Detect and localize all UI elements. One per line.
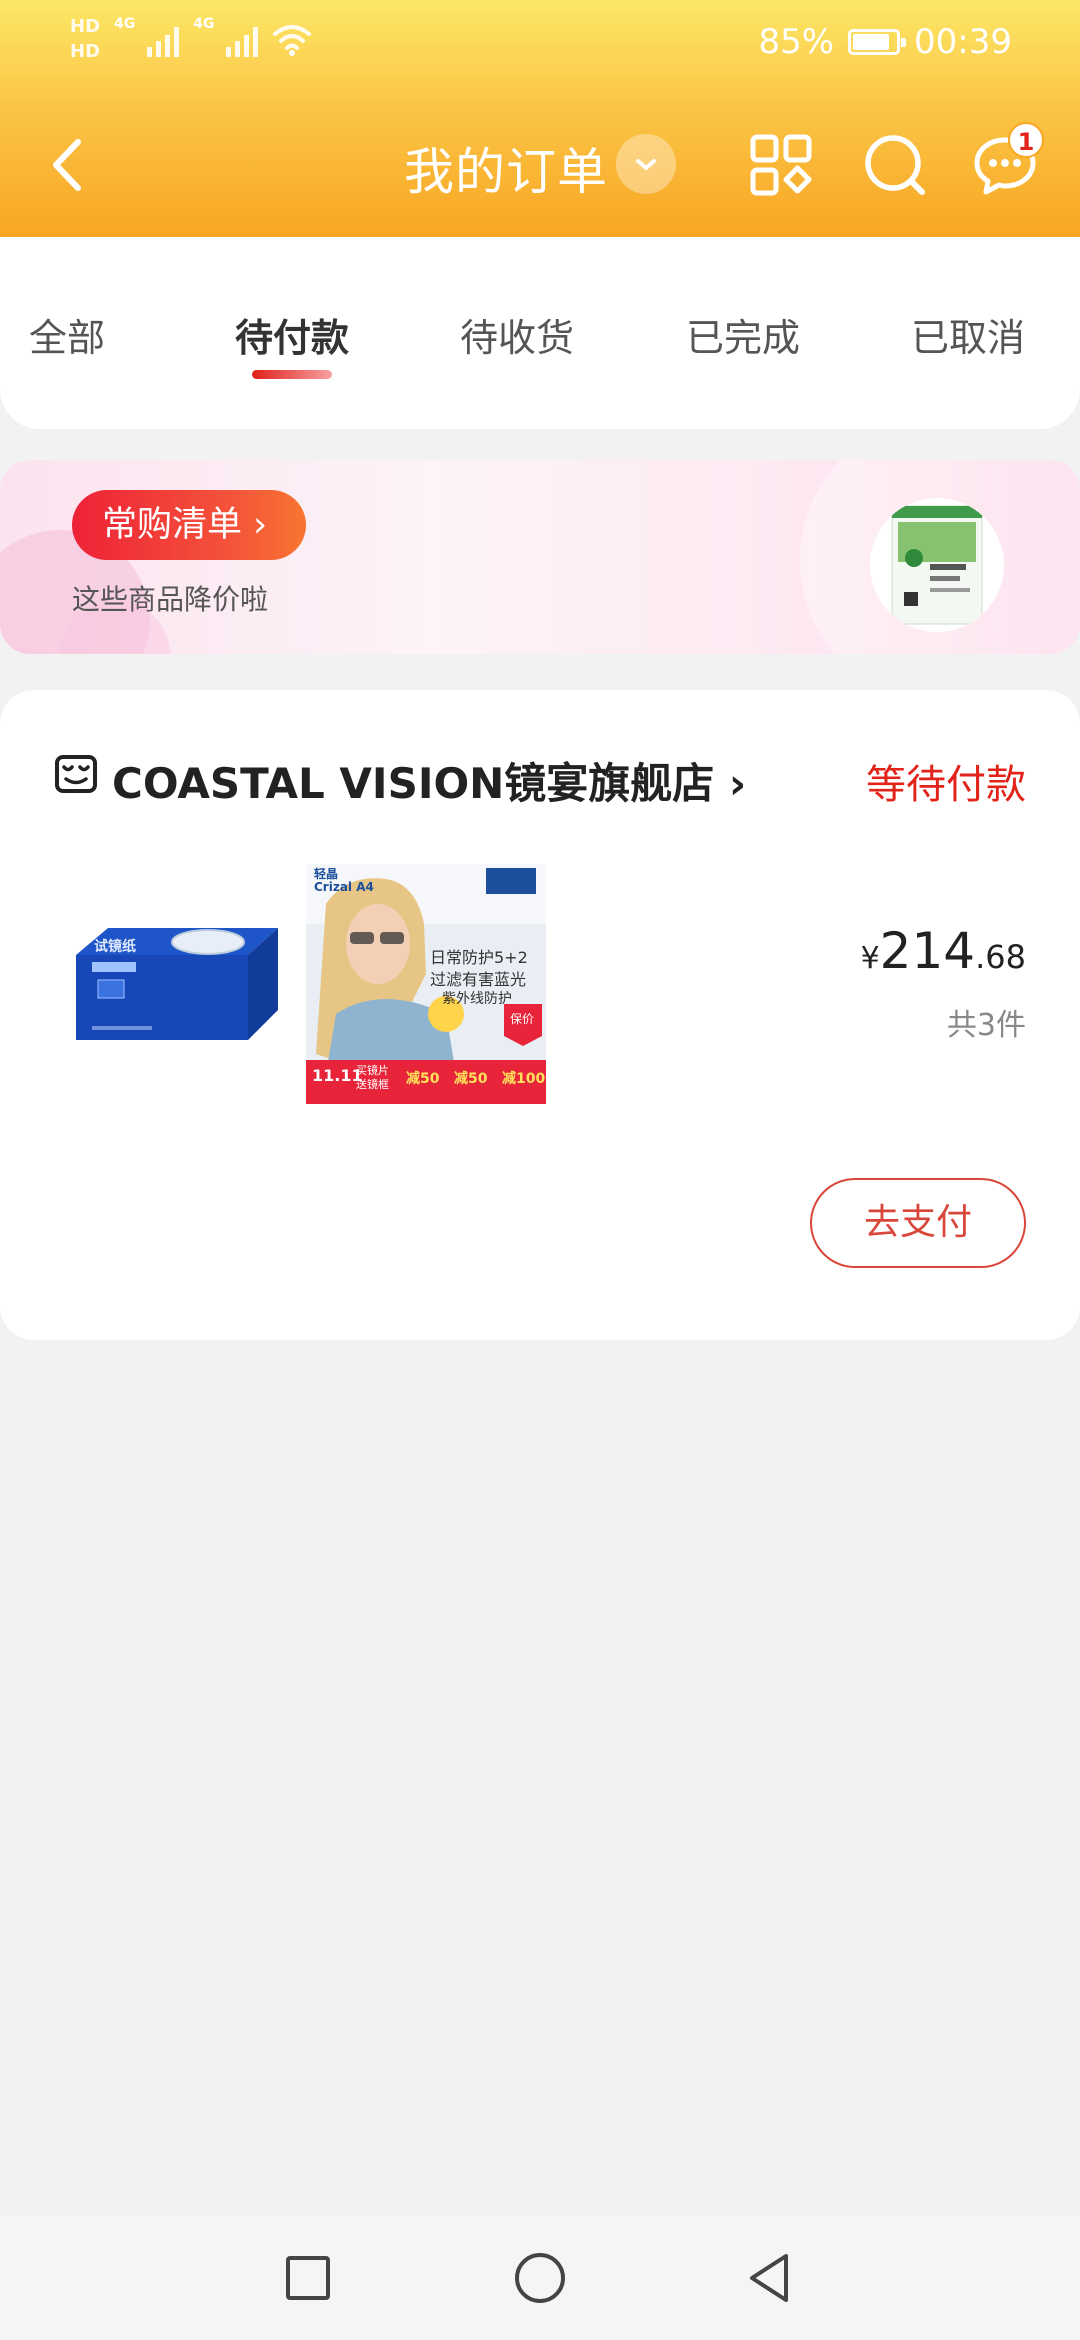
clock: 00:39 — [914, 22, 1012, 62]
network-type-1: 4G — [114, 16, 136, 32]
price-integer: 214 — [879, 922, 976, 980]
order-status: 等待付款 — [866, 762, 1026, 808]
price-currency: ¥ — [860, 941, 880, 976]
title-dropdown-button[interactable] — [616, 134, 676, 194]
grid-icon[interactable] — [746, 130, 816, 200]
battery-level — [853, 34, 890, 50]
page-title[interactable]: 我的订单 — [404, 132, 608, 204]
product2-line1: 日常防护5+2 — [430, 948, 528, 967]
pay-button[interactable]: 去支付 — [810, 1178, 1026, 1268]
product2-tag: 保价 — [510, 1012, 535, 1026]
product2-line3: 紫外线防护 — [442, 991, 512, 1007]
product1-label: 试镜纸 — [94, 939, 136, 955]
chevron-down-icon — [636, 159, 656, 171]
frequent-list-button[interactable]: 常购清单 › — [72, 490, 306, 560]
order-tabs: 全部 待付款 待收货 已完成 已取消 — [0, 237, 1080, 429]
message-badge: 1 — [1008, 122, 1044, 158]
hd-indicator-2: HD — [70, 41, 101, 62]
product2-line2: 过滤有害蓝光 — [430, 970, 527, 989]
nav-bar: 我的订单 1 — [0, 110, 1080, 220]
order-quantity: 共3件 — [946, 1008, 1026, 1043]
tab-pending-payment[interactable]: 待付款 — [235, 307, 349, 362]
battery-percent: 85% — [758, 22, 835, 62]
banner-product-image — [870, 498, 1004, 632]
battery-icon — [848, 29, 907, 55]
shop-name-link[interactable]: COASTAL VISION镜宴旗舰店 › — [112, 750, 746, 811]
tab-cancelled[interactable]: 已取消 — [911, 307, 1025, 362]
product2-promo-4: 减50 — [454, 1071, 488, 1087]
home-icon[interactable] — [508, 2246, 572, 2310]
system-nav-bar — [0, 2216, 1080, 2340]
signal-icon — [147, 21, 180, 57]
frequent-purchase-banner[interactable]: 常购清单 › 这些商品降价啦 — [0, 460, 1080, 654]
status-bar: HD HD 4G 4G 85% 00:39 — [0, 0, 1080, 90]
back-icon[interactable] — [36, 130, 106, 200]
active-tab-indicator — [252, 370, 332, 379]
network-type-2: 4G — [193, 16, 215, 32]
banner-subtitle: 这些商品降价啦 — [72, 583, 269, 616]
product2-promo-5: 减100 — [502, 1071, 546, 1087]
product-image-1[interactable]: 试镜纸 — [68, 870, 283, 1100]
price-decimal: .68 — [975, 938, 1026, 976]
tab-pending-receipt[interactable]: 待收货 — [460, 307, 574, 362]
wifi-icon — [273, 25, 312, 56]
product-image-2[interactable]: 轻晶 Crizal A4 日常防护5+2 过滤有害蓝光 紫外线防护 保价 11.… — [306, 864, 546, 1104]
shop-icon — [55, 755, 97, 793]
order-price: ¥214.68 — [861, 922, 1026, 980]
search-icon[interactable] — [860, 130, 930, 200]
back-nav-icon[interactable] — [738, 2246, 802, 2310]
product2-brand: 轻晶 Crizal A4 — [314, 867, 374, 894]
order-card[interactable]: COASTAL VISION镜宴旗舰店 › 等待付款 试镜纸 轻晶 Crizal… — [0, 690, 1080, 1340]
tab-completed[interactable]: 已完成 — [686, 307, 800, 362]
recents-icon[interactable] — [276, 2246, 340, 2310]
product2-promo-3: 减50 — [406, 1071, 440, 1087]
signal-icon-2 — [226, 21, 259, 57]
hd-indicator-1: HD — [70, 16, 101, 37]
tab-all[interactable]: 全部 — [29, 307, 105, 362]
app-header: HD HD 4G 4G 85% 00:39 我的订单 1 — [0, 0, 1080, 237]
product2-promo-1: 买镜片 送镜框 — [356, 1064, 389, 1091]
